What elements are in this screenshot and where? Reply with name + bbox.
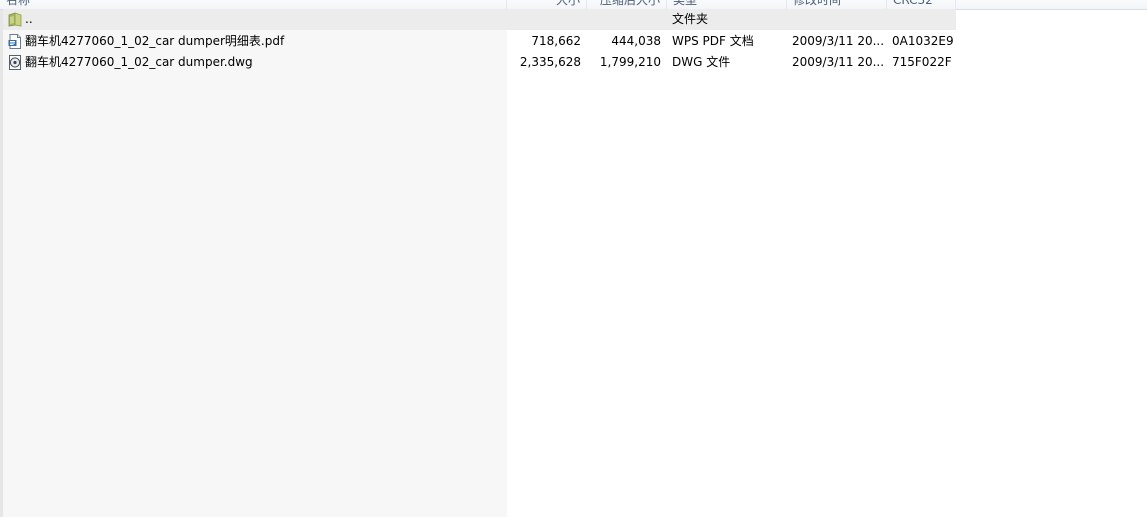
file-size: 2,335,628 (519, 55, 581, 69)
file-name: 翻车机4277060_1_02_car dumper明细表.pdf (25, 34, 285, 48)
table-row[interactable]: 翻车机4277060_1_02_car dumper.dwg 2,335,628… (3, 52, 956, 73)
file-modified: 2009/3/11 20... (792, 55, 885, 69)
file-crc32: 715F022F (892, 55, 952, 69)
dwg-file-icon (8, 55, 22, 70)
file-modified: 2009/3/11 20... (792, 34, 885, 48)
header-crc32[interactable]: CRC32 (887, 0, 956, 9)
header-modified[interactable]: 修改时间 (787, 0, 887, 9)
file-size (507, 9, 581, 30)
file-crc32: 0A1032E9 (892, 34, 954, 48)
file-size: 718,662 (531, 34, 581, 48)
file-packed-size: 1,799,210 (599, 55, 661, 69)
file-modified (792, 9, 888, 30)
file-type: 文件夹 (672, 12, 709, 26)
table-row[interactable]: .. 文件夹 (3, 9, 956, 30)
header-packed-size[interactable]: 压缩后大小 (587, 0, 667, 9)
list-left-edge (0, 0, 3, 517)
file-packed-size: 444,038 (611, 34, 661, 48)
header-filler (956, 0, 1147, 9)
pdf-file-icon (8, 34, 22, 49)
header-name[interactable]: 名称 (0, 0, 507, 9)
file-type: DWG 文件 (672, 55, 731, 69)
header-size[interactable]: 大小 (507, 0, 587, 9)
file-type: WPS PDF 文档 (672, 34, 754, 48)
file-name: 翻车机4277060_1_02_car dumper.dwg (25, 55, 253, 69)
file-name: .. (25, 12, 33, 26)
file-packed-size (587, 9, 661, 30)
header-type[interactable]: 类型 (667, 0, 787, 9)
file-list: 名称 大小 压缩后大小 类型 修改时间 CRC32 .. 文件夹 翻车机4277… (0, 0, 1147, 517)
folder-icon (8, 12, 22, 27)
table-row[interactable]: 翻车机4277060_1_02_car dumper明细表.pdf 718,66… (3, 31, 956, 52)
name-column-background (0, 9, 507, 517)
file-crc32 (892, 9, 956, 30)
